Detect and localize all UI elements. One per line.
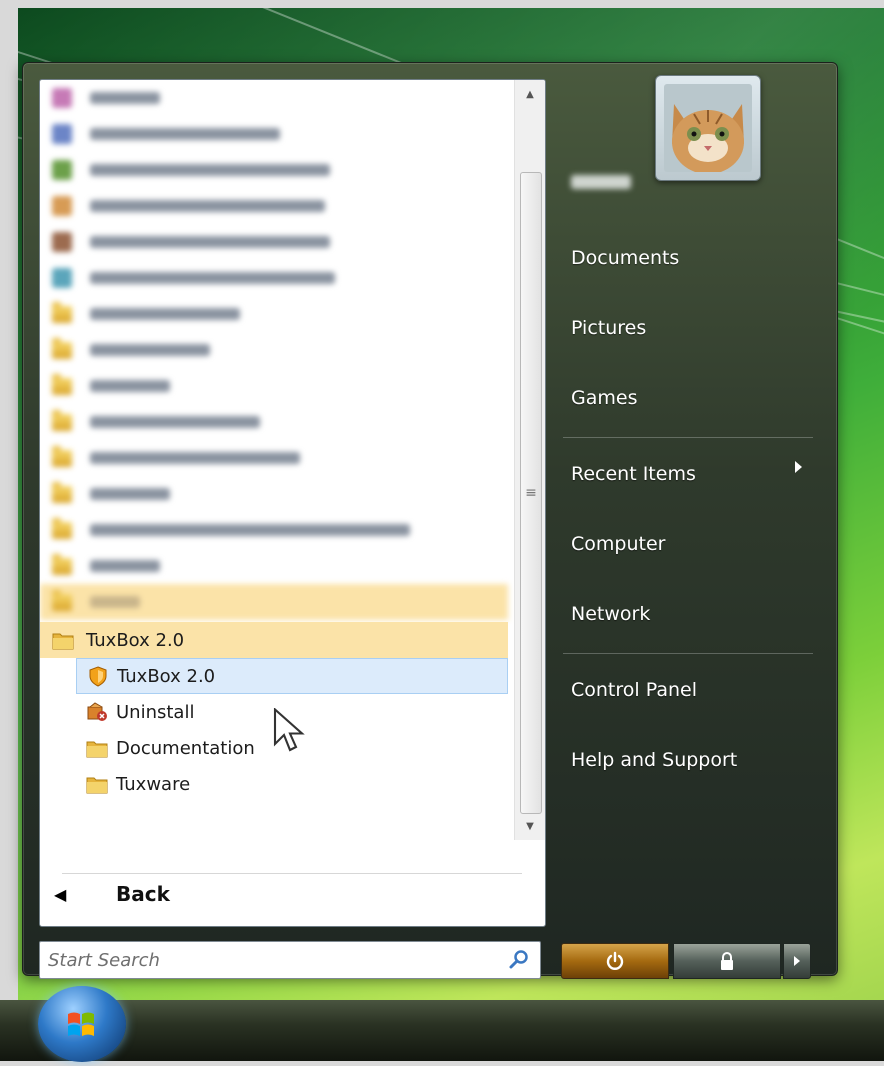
program-documentation[interactable]: Documentation xyxy=(76,730,544,766)
list-item[interactable] xyxy=(40,368,508,404)
list-item[interactable] xyxy=(40,224,508,260)
menu-item-computer[interactable]: Computer xyxy=(571,533,665,555)
shutdown-options-button[interactable] xyxy=(783,943,811,979)
taskbar xyxy=(0,1000,884,1061)
uninstall-icon xyxy=(87,702,107,721)
program-tuxbox[interactable]: TuxBox 2.0 xyxy=(76,658,508,694)
power-icon xyxy=(606,951,624,970)
list-item[interactable] xyxy=(40,296,508,332)
list-item[interactable] xyxy=(40,188,508,224)
menu-item-pictures[interactable]: Pictures xyxy=(571,317,646,339)
programs-folder-tuxbox[interactable]: TuxBox 2.0 xyxy=(40,622,508,658)
back-button[interactable]: ◀ Back xyxy=(54,870,524,918)
list-item[interactable] xyxy=(40,80,508,116)
scroll-up-button[interactable]: ▲ xyxy=(515,80,545,108)
program-tuxware[interactable]: Tuxware xyxy=(76,766,544,802)
list-item[interactable] xyxy=(40,476,508,512)
search-icon[interactable] xyxy=(508,948,530,970)
list-item[interactable] xyxy=(40,548,508,584)
menu-item-games[interactable]: Games xyxy=(571,387,637,409)
start-menu: TuxBox 2.0 TuxBox 2.0 Uninstall Document… xyxy=(22,62,838,979)
programs-scrollbar[interactable]: ▲ ≡ ▼ xyxy=(514,80,545,840)
user-name[interactable] xyxy=(571,175,631,189)
cat-avatar-image xyxy=(664,84,752,172)
list-item[interactable] xyxy=(40,116,508,152)
back-label: Back xyxy=(116,882,170,906)
start-search-box[interactable] xyxy=(39,941,541,979)
folder-icon xyxy=(52,633,74,650)
list-item[interactable] xyxy=(40,260,508,296)
list-item-label: Tuxware xyxy=(116,773,191,795)
list-item-label: TuxBox 2.0 xyxy=(86,629,185,651)
menu-item-documents[interactable]: Documents xyxy=(571,247,679,269)
list-item[interactable] xyxy=(40,440,508,476)
lock-icon xyxy=(721,952,734,970)
menu-item-network[interactable]: Network xyxy=(571,603,650,625)
divider xyxy=(563,653,813,654)
list-item-label: Uninstall xyxy=(116,701,195,723)
chevron-right-icon xyxy=(794,956,801,966)
programs-list: TuxBox 2.0 TuxBox 2.0 Uninstall Document… xyxy=(40,80,508,840)
back-arrow-icon: ◀ xyxy=(54,884,67,904)
lock-button[interactable] xyxy=(673,943,782,979)
avatar xyxy=(664,84,752,172)
program-uninstall[interactable]: Uninstall xyxy=(76,694,544,730)
menu-item-help-and-support[interactable]: Help and Support xyxy=(571,749,737,771)
list-item-label: TuxBox 2.0 xyxy=(117,665,216,687)
list-item[interactable] xyxy=(40,584,508,620)
search-input[interactable] xyxy=(46,945,500,975)
power-button[interactable] xyxy=(561,943,670,979)
scroll-thumb[interactable]: ≡ xyxy=(520,172,542,814)
list-item[interactable] xyxy=(40,512,508,548)
tuxbox-shield-icon xyxy=(89,666,107,687)
start-button[interactable] xyxy=(38,986,126,1062)
scroll-down-button[interactable]: ▼ xyxy=(515,812,545,840)
menu-item-recent-items[interactable]: Recent Items xyxy=(571,463,696,485)
divider xyxy=(563,437,813,438)
mouse-cursor-icon xyxy=(273,708,305,752)
list-item-label: Documentation xyxy=(116,737,255,759)
power-controls xyxy=(561,943,811,979)
folder-icon xyxy=(86,777,108,794)
list-item[interactable] xyxy=(40,152,508,188)
list-item[interactable] xyxy=(40,404,508,440)
windows-logo-icon xyxy=(68,1012,94,1036)
submenu-arrow-icon xyxy=(795,461,802,473)
list-item[interactable] xyxy=(40,332,508,368)
user-picture[interactable] xyxy=(655,75,761,181)
folder-icon xyxy=(86,741,108,758)
menu-item-control-panel[interactable]: Control Panel xyxy=(571,679,697,701)
programs-panel: TuxBox 2.0 TuxBox 2.0 Uninstall Document… xyxy=(39,79,546,927)
